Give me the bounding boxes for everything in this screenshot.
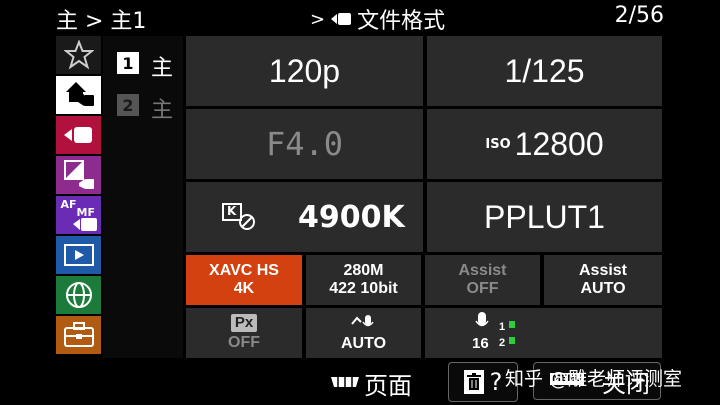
channel1-meter [509, 321, 515, 328]
af-label: AF [60, 198, 77, 211]
channel2-meter [509, 337, 515, 344]
px-badge: Px [230, 314, 258, 332]
assist-auto-cell[interactable]: Assist AUTO [544, 255, 662, 305]
aperture-cell[interactable]: F4.0 [186, 109, 423, 179]
proxy-cell[interactable]: Px OFF [186, 308, 302, 358]
submenu-item-2[interactable]: 2 主 [117, 92, 177, 123]
sidebar-item-playback[interactable] [56, 236, 101, 274]
audio-level-cell[interactable]: 16 1 2 [425, 308, 662, 358]
format-line2: 4K [233, 280, 255, 297]
page-indicator: 2/56 [614, 3, 664, 28]
iso-label: ISO [485, 136, 511, 152]
audio-mode-cell[interactable]: AUTO [306, 308, 421, 358]
globe-icon [64, 280, 94, 310]
sidebar-item-home[interactable] [56, 76, 101, 114]
sidebar-item-focus[interactable]: AF MF [56, 196, 101, 234]
af-mf-icon: AF MF [59, 198, 99, 232]
movie-icon [331, 11, 352, 27]
submenu-number: 2 [117, 94, 139, 116]
sidebar-item-exposure[interactable] [56, 156, 101, 194]
submenu-item-1[interactable]: 1 主 [117, 50, 177, 81]
page-label: 页面 [364, 372, 412, 400]
page-nav-button[interactable]: 页面 [330, 366, 412, 401]
section-title: > 文件格式 [310, 3, 445, 35]
file-format-cell[interactable]: XAVC HS 4K [186, 255, 302, 305]
iso-value: 12800 [514, 125, 604, 162]
sidebar-item-setup[interactable] [56, 316, 101, 354]
assist1-line1: Assist [458, 262, 507, 279]
mic-level-value: 16 [472, 335, 489, 352]
settings-grid: 120p 1/125 F4.0 ISO 12800 K 4900K PPLUT1… [184, 36, 664, 358]
white-balance-cell[interactable]: K 4900K [186, 182, 423, 252]
submenu-number: 1 [117, 52, 139, 74]
iso-cell[interactable]: ISO 12800 [427, 109, 662, 179]
sub-menu-list: 1 主 2 主 [103, 36, 183, 358]
px-value: OFF [228, 334, 260, 351]
breadcrumb: 主 > 主1 [56, 9, 147, 34]
assist2-line2: AUTO [580, 280, 626, 297]
section-prefix: > [310, 8, 326, 30]
home-icon [62, 78, 96, 112]
assist2-line1: Assist [578, 262, 628, 279]
submenu-label: 主 [151, 56, 174, 81]
format-line1: XAVC HS [209, 262, 279, 279]
playback-icon [63, 244, 94, 266]
dial-icon [330, 374, 360, 393]
audio-mode-value: AUTO [340, 334, 387, 352]
footer-bar: 页面 ? MENU 关闭 知乎 @雕老师评测室 [0, 360, 720, 405]
picture-profile-cell[interactable]: PPLUT1 [427, 182, 662, 252]
trash-icon [463, 370, 484, 394]
assist1-line2: OFF [466, 280, 499, 297]
sidebar-item-network[interactable] [56, 276, 101, 314]
shutter-speed-cell[interactable]: 1/125 [427, 36, 662, 106]
assist-display-cell[interactable]: Assist OFF [425, 255, 540, 305]
bitrate-line1: 280M [343, 262, 384, 279]
movie-camera-icon [63, 125, 94, 145]
section-title-text: 文件格式 [357, 9, 446, 34]
toolbox-icon [63, 322, 95, 348]
category-sidebar: AF MF [56, 36, 101, 358]
wb-kelvin-icon: K [222, 203, 258, 231]
mic-level-icon [350, 314, 377, 335]
star-icon [63, 40, 94, 70]
bitrate-line2: 422 10bit [329, 280, 398, 297]
help-label: ? [489, 368, 503, 396]
bitrate-cell[interactable]: 280M 422 10bit [306, 255, 421, 305]
sidebar-item-shooting-movie[interactable] [56, 116, 101, 154]
mic-icon [475, 312, 489, 337]
white-balance-value: 4900K [298, 199, 405, 235]
wb-letter: K [227, 204, 237, 218]
submenu-label: 主 [151, 98, 174, 123]
header-bar: 主 > 主1 > 文件格式 2/56 [0, 0, 720, 34]
channel2-label: 2 [499, 337, 506, 349]
exposure-icon [63, 159, 95, 191]
sidebar-item-favorites[interactable] [56, 36, 101, 74]
watermark: 知乎 @雕老师评测室 [505, 368, 683, 390]
frame-rate-cell[interactable]: 120p [186, 36, 423, 106]
